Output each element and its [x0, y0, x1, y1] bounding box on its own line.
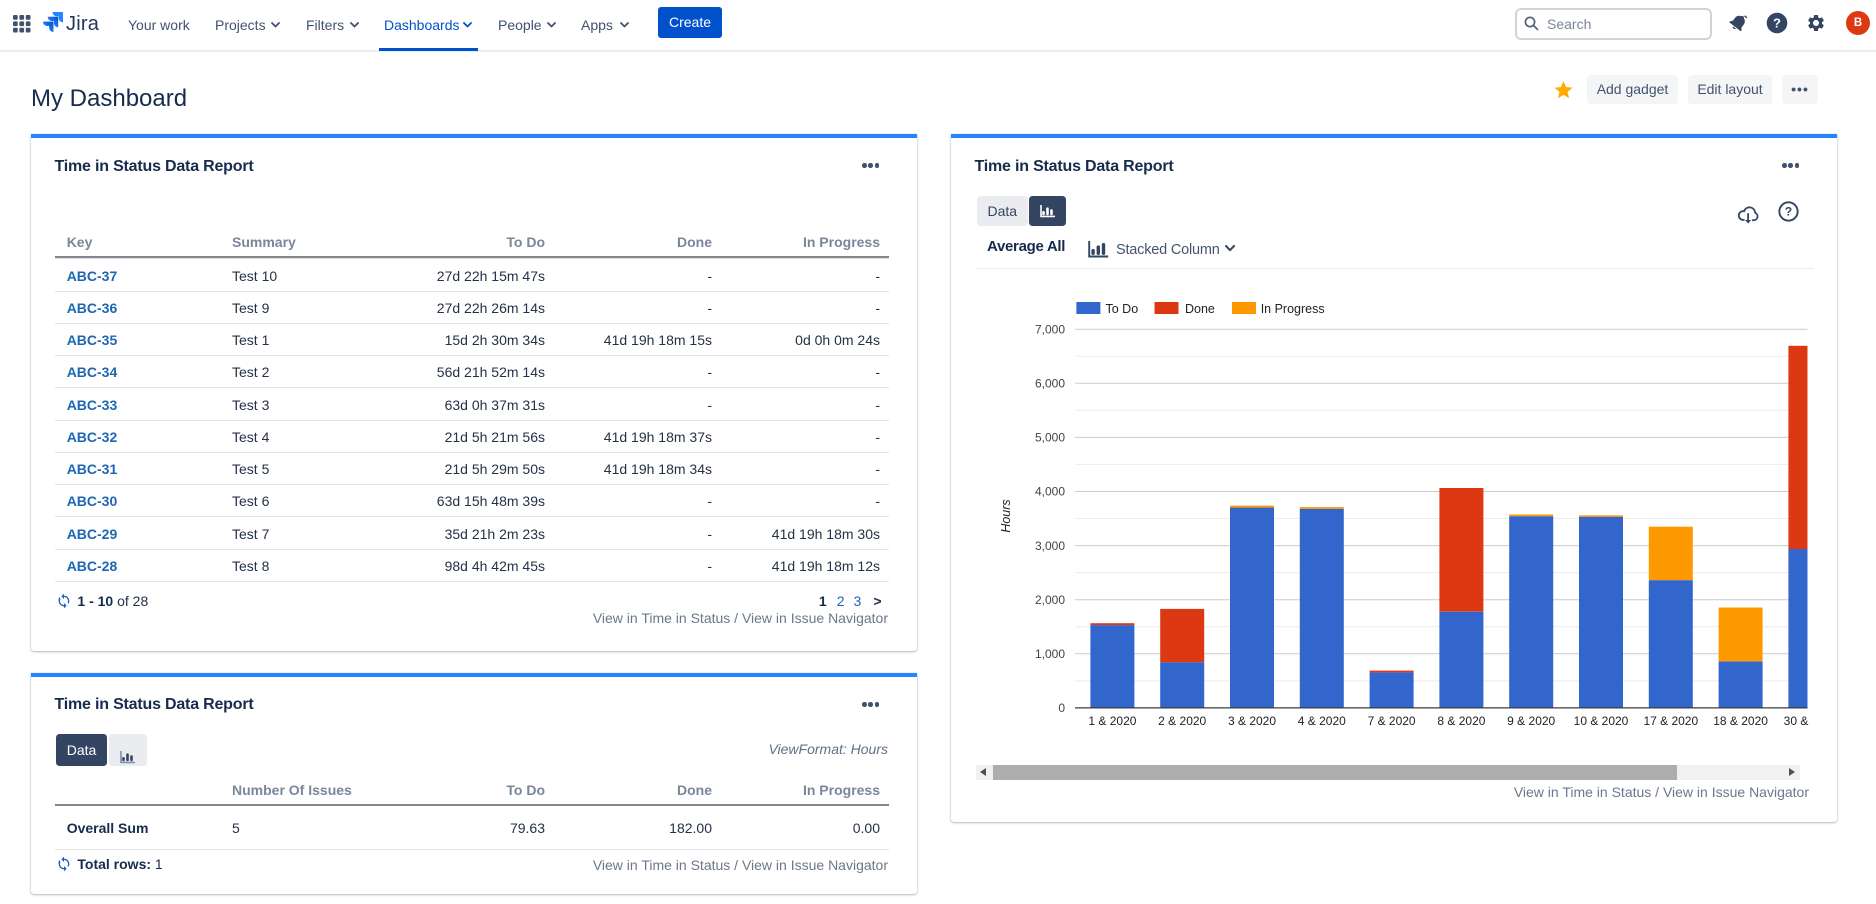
svg-text:3 & 2020: 3 & 2020 [1228, 714, 1276, 728]
svg-text:8 & 2020: 8 & 2020 [1437, 714, 1485, 728]
svg-text:7 & 2020: 7 & 2020 [1368, 714, 1416, 728]
svg-text:Done: Done [1185, 302, 1215, 316]
svg-text:1 & 2020: 1 & 2020 [1088, 714, 1136, 728]
svg-text:9 & 2020: 9 & 2020 [1507, 714, 1555, 728]
svg-text:4 & 2020: 4 & 2020 [1298, 714, 1346, 728]
svg-text:3,000: 3,000 [1035, 539, 1065, 553]
svg-text:2 & 2020: 2 & 2020 [1158, 714, 1206, 728]
svg-text:?: ? [1773, 16, 1781, 31]
svg-text:4,000: 4,000 [1035, 485, 1065, 499]
svg-text:18 & 2020: 18 & 2020 [1713, 714, 1768, 728]
svg-text:1,000: 1,000 [1035, 647, 1065, 661]
svg-text:6,000: 6,000 [1035, 377, 1065, 391]
svg-text:2,000: 2,000 [1035, 593, 1065, 607]
svg-text:10 & 2020: 10 & 2020 [1574, 714, 1629, 728]
svg-text:To Do: To Do [1106, 302, 1139, 316]
svg-text:5,000: 5,000 [1035, 431, 1065, 445]
svg-text:30 &: 30 & [1784, 714, 1809, 728]
svg-text:17 & 2020: 17 & 2020 [1643, 714, 1698, 728]
svg-text:0: 0 [1058, 701, 1065, 715]
svg-text:In Progress: In Progress [1261, 302, 1325, 316]
svg-text:7,000: 7,000 [1035, 322, 1065, 336]
svg-text:Hours: Hours [999, 499, 1013, 532]
